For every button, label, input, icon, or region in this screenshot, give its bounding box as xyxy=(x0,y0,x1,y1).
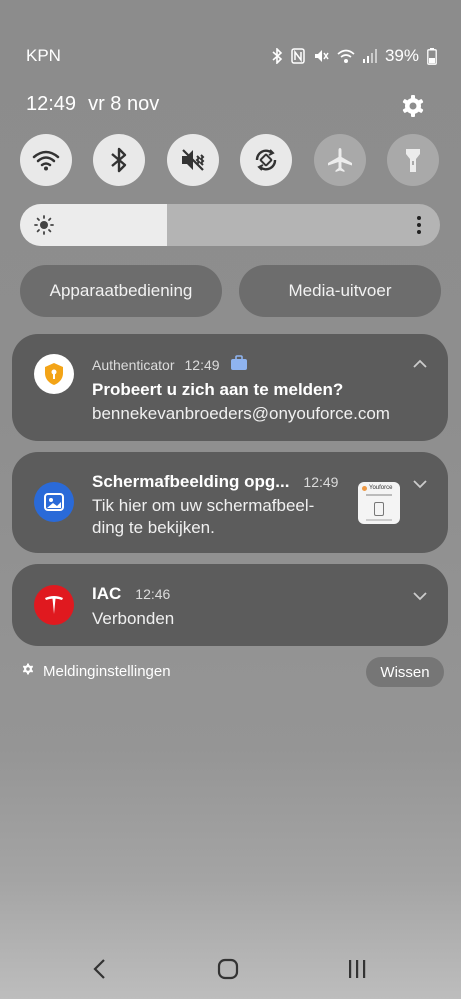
screenshot-thumbnail[interactable]: Youforce xyxy=(358,482,400,524)
notification-time: 12:49 xyxy=(303,474,339,490)
notification-time: 12:46 xyxy=(135,586,171,602)
gear-icon xyxy=(21,662,35,680)
phone-icon xyxy=(374,502,384,516)
status-bar: KPN 39% xyxy=(0,0,461,65)
wifi-icon xyxy=(337,48,355,64)
clear-all-button[interactable]: Wissen xyxy=(366,657,444,687)
notification-authenticator[interactable]: Authenticator 12:49 Probeert u zich aan … xyxy=(12,334,448,441)
rotate-icon xyxy=(255,149,277,171)
flashlight-icon xyxy=(406,149,420,172)
wifi-icon xyxy=(32,150,60,171)
notification-header: IAC 12:46 xyxy=(92,584,170,604)
clock-time: 12:49 xyxy=(26,93,77,115)
mute-toggle[interactable] xyxy=(167,134,219,186)
work-profile-icon xyxy=(230,355,248,374)
notification-body: Verbonden xyxy=(92,609,175,628)
notification-header: Schermafbeelding opg... 12:49 xyxy=(92,472,338,492)
notification-title: IAC xyxy=(92,584,122,603)
tesla-app-icon xyxy=(34,585,74,625)
youforce-logo-icon xyxy=(362,485,367,491)
battery-percentage: 39% xyxy=(384,46,419,65)
navigation-bar xyxy=(0,940,461,999)
app-name: Authenticator xyxy=(92,356,175,373)
status-icons: 39% xyxy=(272,46,437,66)
brightness-more-options-icon[interactable] xyxy=(416,215,422,240)
notification-body-line: Tik hier om uw schermafbeel- xyxy=(92,496,315,515)
notification-body: Tik hier om uw schermafbeel- ding te bek… xyxy=(92,495,314,539)
expand-chevron-icon[interactable] xyxy=(412,476,428,494)
notification-settings-link[interactable]: Meldinginstellingen xyxy=(21,662,171,680)
brightness-sun-icon xyxy=(34,215,54,240)
notification-body-line: ding te bekijken. xyxy=(92,518,215,537)
airplane-toggle[interactable] xyxy=(314,134,366,186)
home-icon[interactable] xyxy=(217,958,239,985)
signal-icon xyxy=(362,49,377,63)
flashlight-toggle[interactable] xyxy=(387,134,439,186)
auto-rotate-toggle[interactable] xyxy=(240,134,292,186)
nfc-icon xyxy=(291,48,305,64)
notification-time: 12:49 xyxy=(184,356,220,373)
bluetooth-icon xyxy=(272,48,283,64)
carrier-name: KPN xyxy=(26,46,61,65)
notification-body: bennekevanbroeders@onyouforce.com xyxy=(92,404,390,423)
notification-iac[interactable]: IAC 12:46 Verbonden xyxy=(12,564,448,646)
collapse-chevron-icon[interactable] xyxy=(412,356,428,374)
notification-settings-label: Meldinginstellingen xyxy=(43,662,171,680)
authenticator-app-icon xyxy=(34,354,74,394)
notification-title: Schermafbeelding opg... xyxy=(92,472,290,491)
date-time: 12:49 vr 8 nov xyxy=(26,93,159,116)
clock-date[interactable]: vr 8 nov xyxy=(88,93,159,115)
bluetooth-toggle[interactable] xyxy=(93,134,145,186)
settings-gear-icon[interactable] xyxy=(399,92,427,120)
airplane-icon xyxy=(328,148,352,172)
expand-chevron-icon[interactable] xyxy=(412,588,428,606)
brightness-slider[interactable] xyxy=(20,204,440,246)
screenshot-app-icon xyxy=(34,482,74,522)
mute-icon xyxy=(313,48,329,64)
notification-title: Probeert u zich aan te melden? xyxy=(92,380,344,399)
thumbnail-brand: Youforce xyxy=(369,485,393,491)
device-control-button[interactable]: Apparaatbediening xyxy=(20,265,222,317)
back-icon[interactable] xyxy=(92,958,106,985)
wifi-toggle[interactable] xyxy=(20,134,72,186)
quick-settings-toggles xyxy=(20,134,440,186)
thumbnail-label: Youforce xyxy=(362,485,392,491)
notification-meta: Authenticator 12:49 xyxy=(92,355,248,374)
media-output-button[interactable]: Media-uitvoer xyxy=(239,265,441,317)
battery-icon xyxy=(427,47,437,65)
recent-apps-icon[interactable] xyxy=(346,958,368,985)
bluetooth-icon xyxy=(111,147,127,173)
mute-icon xyxy=(182,149,205,171)
notification-screenshot[interactable]: Schermafbeelding opg... 12:49 Tik hier o… xyxy=(12,452,448,553)
